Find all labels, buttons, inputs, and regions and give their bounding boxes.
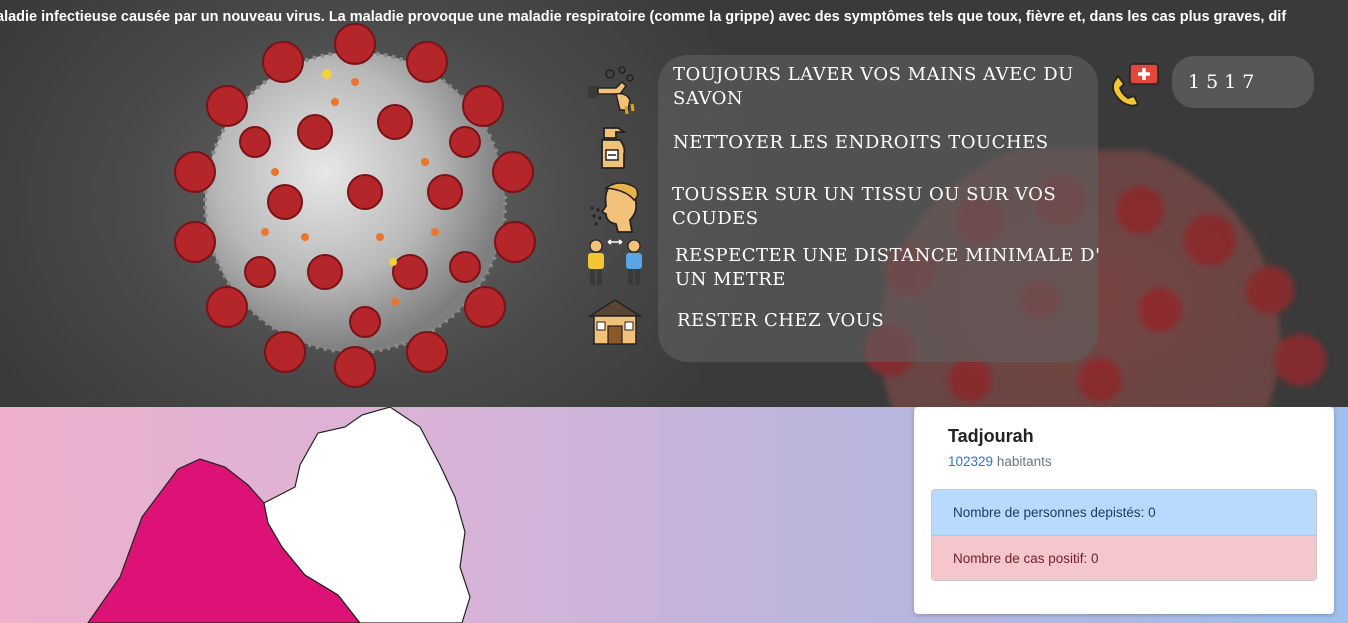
spray-bottle-icon — [601, 127, 627, 169]
tip-keep-distance: Respecter une distance minimale d' un me… — [675, 245, 1101, 290]
population-count: 102329 — [948, 454, 994, 469]
stay-home-icon — [587, 299, 643, 345]
cough-icon — [590, 182, 639, 233]
hotline-number[interactable]: 1517 — [1172, 56, 1314, 108]
marquee-text: aladie infectieuse causée par un nouveau… — [0, 9, 1287, 25]
stat-tested-count: Nombre de personnes depistés: 0 — [932, 490, 1316, 536]
population-suffix: habitants — [993, 454, 1052, 469]
tip-cough-elbow: Tousser sur un tissu ou sur vos coudes — [672, 184, 1057, 229]
region-population: 102329 habitants — [948, 454, 1052, 469]
coronavirus-image — [174, 23, 536, 388]
social-distance-icon — [588, 239, 642, 285]
tip-clean-surfaces: Nettoyer les endroits touches — [673, 132, 1049, 153]
news-marquee: aladie infectieuse causée par un nouveau… — [0, 0, 1348, 34]
hand-washing-icon — [588, 66, 635, 115]
region-stats-list: Nombre de personnes depistés: 0 Nombre d… — [931, 489, 1317, 581]
hero-banner: aladie infectieuse causée par un nouveau… — [0, 0, 1348, 407]
stat-positive-count: Nombre de cas positif: 0 — [932, 536, 1316, 580]
region-info-card: Tadjourah 102329 habitants Nombre de per… — [914, 407, 1334, 614]
emergency-phone-icon[interactable] — [1108, 60, 1162, 108]
tip-stay-home: Rester chez vous — [677, 310, 885, 331]
region-name: Tadjourah — [948, 426, 1034, 446]
region-map[interactable] — [0, 407, 520, 623]
map-section: Tadjourah 102329 habitants Nombre de per… — [0, 407, 1348, 623]
tip-wash-hands: Toujours laver vos mains avec du savon — [673, 64, 1074, 109]
